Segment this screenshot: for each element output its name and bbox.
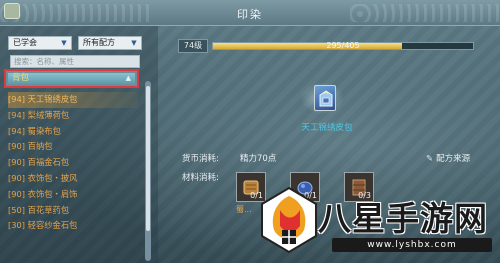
learned-filter-label: 已学会 [13,38,37,47]
recipe-item[interactable]: [90] 百纳包 [8,139,138,155]
learned-filter-dropdown[interactable]: 已学会 ▼ [8,36,72,50]
recipe-item[interactable]: [50] 百花草药包 [8,203,138,219]
scroll-icon: ✎ [426,154,434,164]
recipe-item[interactable]: [94] 梨绒薄荷包 [8,108,138,124]
category-header-bar: 背包 ▲ [8,73,135,84]
recipe-scrollbar[interactable] [145,81,151,261]
chevron-down-icon: ▼ [131,39,137,47]
product-name: 天工锦绣皮包 [301,123,353,133]
watermark-url: www.lyshbx.com [332,238,492,252]
backpack-icon[interactable] [314,85,336,111]
search-input[interactable]: 搜索：名称、属性 [10,55,140,68]
currency-cost-label: 货币消耗: [182,154,219,164]
scrollbar-thumb[interactable] [146,86,150,231]
recipe-item[interactable]: [90] 衣饰包・肩饰 [8,187,138,203]
recipe-source-button[interactable]: ✎ 配方来源 [426,152,470,164]
recipe-source-label: 配方来源 [436,154,471,164]
xp-progress-text: 295/405 [326,41,360,50]
recipe-item[interactable]: [90] 衣饰包・披风 [8,171,138,187]
recipe-list: [94] 天工锦绣皮包 [94] 梨绒薄荷包 [94] 蜀染布包 [90] 百纳… [8,92,138,234]
recipe-type-label: 所有配方 [83,38,115,47]
window-title: 印染 [237,8,263,21]
skill-level-bar: 74级 295/405 [178,38,478,54]
category-backpack[interactable]: 背包 ▲ [4,69,139,88]
recipe-item[interactable]: [90] 百福金石包 [8,155,138,171]
site-watermark: 八星手游网 www.lyshbx.com [258,186,500,263]
recipe-item[interactable]: [94] 蜀染布包 [8,124,138,140]
recipe-item[interactable]: [94] 天工锦绣皮包 [8,92,138,108]
watermark-logo-icon [261,186,317,254]
skill-level-label: 74级 [178,39,208,53]
recipe-panel: 已学会 ▼ 所有配方 ▼ 搜索：名称、属性 背包 ▲ [94] 天工锦绣皮包 [… [0,26,158,263]
category-label: 背包 [12,73,30,83]
materials-cost-label: 材料消耗: [182,173,219,183]
filter-row: 已学会 ▼ 所有配方 ▼ [8,36,142,50]
recipe-type-dropdown[interactable]: 所有配方 ▼ [78,36,142,50]
currency-cost-value: 精力70点 [240,154,277,164]
recipe-item[interactable]: [30] 轻容纱金石包 [8,218,138,234]
material-name: 蜀... [236,205,252,214]
collapse-arrow-icon[interactable]: ▲ [126,73,131,84]
chevron-down-icon: ▼ [61,39,67,47]
title-bar: 印染 [0,0,500,26]
currency-cost-row: 货币消耗: 精力70点 ✎ 配方来源 [182,152,492,166]
watermark-text: 八星手游网 [318,199,488,238]
